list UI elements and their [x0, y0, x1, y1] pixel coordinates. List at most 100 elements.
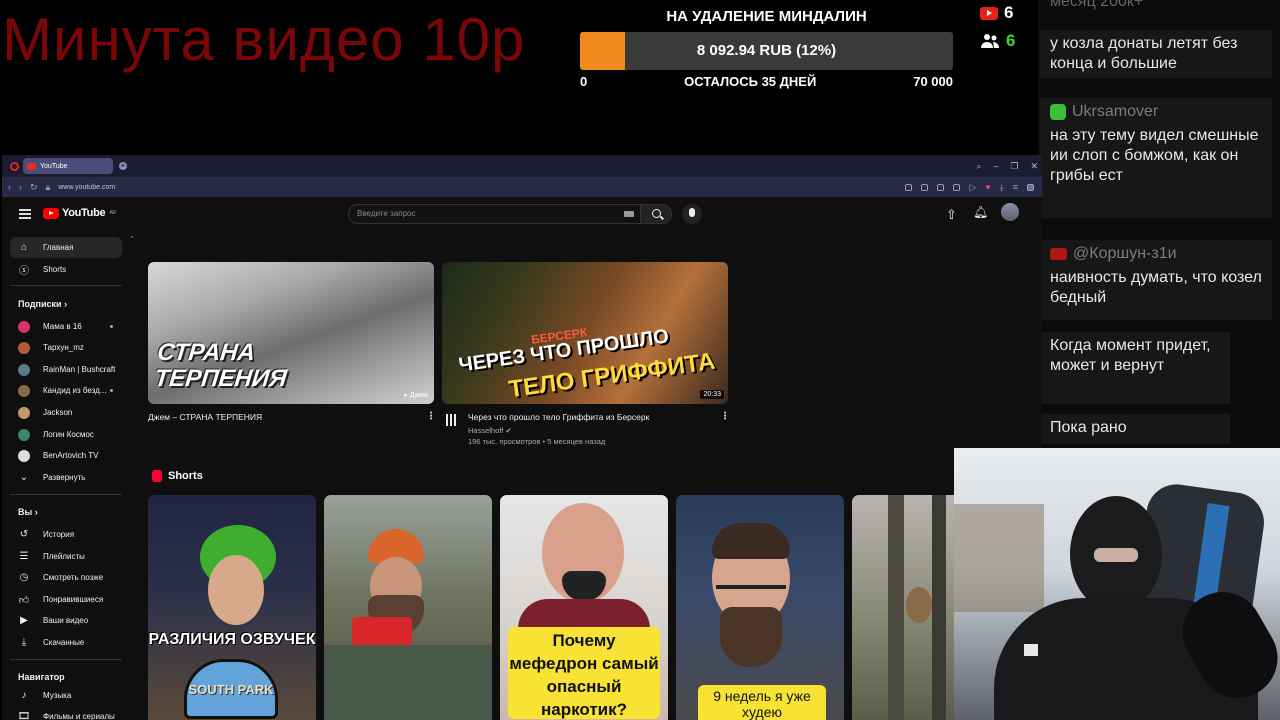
- sidebar-subscription[interactable]: Кандид из безд...: [10, 380, 122, 401]
- home-icon: ⌂: [20, 242, 28, 253]
- minimize-button[interactable]: –: [993, 161, 998, 172]
- thumbnail-text: СТРАНА ТЕРПЕНИЯ: [153, 339, 289, 392]
- tree: [888, 495, 904, 720]
- keyboard-icon[interactable]: [624, 211, 634, 217]
- maximize-button[interactable]: ❐: [1010, 161, 1018, 172]
- snapshot-icon[interactable]: [921, 183, 929, 191]
- goal-progress-bar: 8 092.94 RUB (12%): [580, 32, 953, 70]
- history-icon: ↺: [19, 529, 29, 540]
- goal-min: 0: [580, 74, 588, 89]
- voice-search-button[interactable]: [682, 204, 702, 224]
- sidebar-item-movies[interactable]: 🎞︎ Фильмы и сериалы: [10, 706, 122, 720]
- short-card[interactable]: РАЗЛИЧИЯ ОЗВУЧЕК SOUTH PARK: [148, 495, 316, 720]
- hamburger-menu-icon[interactable]: [19, 209, 31, 219]
- browser-tab[interactable]: YouTube: [23, 158, 113, 174]
- short-caption: РАЗЛИЧИЯ ОЗВУЧЕК: [148, 631, 316, 648]
- webcam-feed: [954, 448, 1280, 720]
- notifications-bell-icon[interactable]: 🔔︎: [973, 205, 988, 219]
- short-card[interactable]: [852, 495, 962, 720]
- shield-icon[interactable]: [953, 183, 961, 191]
- youtube-logo[interactable]: YouTube AR: [43, 207, 116, 219]
- short-card[interactable]: Почему мефедрон самый опасный наркотик?: [500, 495, 668, 720]
- url-field[interactable]: www.youtube.com: [58, 184, 115, 191]
- sidebar-expand[interactable]: ⌄ Развернуть: [10, 467, 122, 488]
- short-figure: [324, 645, 492, 720]
- avatar[interactable]: [1001, 203, 1019, 221]
- shorts-icon: ⓢ: [19, 266, 29, 277]
- viewer-count: 6: [980, 30, 1032, 52]
- lock-icon: 🔒︎: [45, 181, 51, 192]
- create-icon[interactable]: ⇧: [946, 207, 957, 223]
- search-icon: [652, 209, 661, 218]
- goal-remaining: ОСТАЛОСЬ 35 ДНЕЙ: [684, 74, 817, 89]
- heart-icon[interactable]: ♥: [985, 182, 990, 192]
- download-icon[interactable]: ⤓: [1000, 182, 1004, 193]
- sidebar-subscription[interactable]: Логин Космос: [10, 424, 122, 445]
- shelf: [954, 504, 1044, 612]
- menu-icon[interactable]: ≡: [1013, 182, 1018, 192]
- film-icon: 🎞︎: [17, 711, 31, 720]
- sidebar-item-your-videos[interactable]: ▶ Ваши видео: [10, 610, 122, 631]
- extension-icon[interactable]: [905, 183, 913, 191]
- search-button[interactable]: [640, 204, 672, 224]
- sidebar-subscription[interactable]: BenArtovich TV: [10, 445, 122, 466]
- sidebar-subscription[interactable]: Мама в 16: [10, 316, 122, 337]
- new-content-dot: [110, 325, 113, 328]
- goal-max: 70 000: [913, 74, 953, 89]
- short-card[interactable]: 9 недель я уже худею: [676, 495, 844, 720]
- back-icon[interactable]: ‹: [8, 182, 11, 192]
- sidebar-item-watch-later[interactable]: ◷ Смотреть позже: [10, 567, 122, 588]
- more-options-icon[interactable]: ⋮: [720, 411, 730, 422]
- reload-icon[interactable]: ↻: [30, 182, 38, 193]
- sidebar-item-downloads[interactable]: ⤓ Скачанные: [10, 632, 122, 653]
- viewer-counters: 6 6: [980, 2, 1032, 58]
- video-title[interactable]: Через что прошло тело Гриффита из Берсер…: [468, 412, 649, 422]
- sidebar-subscription[interactable]: Тархун_mz: [10, 337, 122, 358]
- sidebar-item-liked[interactable]: 👍︎ Понравившиеся: [10, 589, 122, 610]
- video-title[interactable]: Джем – СТРАНА ТЕРПЕНИЯ: [148, 412, 262, 422]
- navigator-header: Навигатор: [18, 672, 65, 682]
- sidebar-item-playlists[interactable]: ☰ Плейлисты: [10, 546, 122, 567]
- chat-message: у козла донаты летят без конца и большие: [1040, 30, 1272, 78]
- sidebar-scroll-up-icon[interactable]: ⌃: [129, 235, 135, 243]
- sidebar-item-shorts[interactable]: ⓢ Shorts: [10, 259, 122, 280]
- shorts-header: Shorts: [152, 470, 203, 482]
- sidebar-subscription[interactable]: Jackson: [10, 402, 122, 423]
- more-options-icon[interactable]: ⋮: [426, 411, 436, 422]
- you-header[interactable]: Вы ›: [18, 507, 38, 517]
- short-figure: [712, 523, 790, 559]
- video-thumbnail[interactable]: СТРАНА ТЕРПЕНИЯ ▸ Джем: [148, 262, 434, 404]
- subscriptions-header[interactable]: Подписки ›: [18, 299, 67, 309]
- search-tabs-icon[interactable]: ⌕: [976, 161, 981, 172]
- download-icon: ⤓: [21, 637, 27, 648]
- flag-patch: [1024, 644, 1038, 656]
- sidebar-item-music[interactable]: ♪ Музыка: [10, 685, 122, 706]
- channel-avatar[interactable]: [446, 414, 458, 426]
- opera-icon[interactable]: [10, 161, 19, 171]
- sidebar-item-home[interactable]: ⌂ Главная: [10, 237, 122, 258]
- thumbs-up-icon: 👍︎: [18, 594, 30, 606]
- goal-amount: 8 092.94 RUB (12%): [696, 42, 837, 59]
- divider: [10, 659, 122, 660]
- chat-message: Пока рано: [1040, 414, 1230, 444]
- vpn-icon[interactable]: [937, 183, 945, 191]
- sidebar-subscription[interactable]: RainMan | Bushcraft: [10, 359, 122, 380]
- video-thumbnail[interactable]: БЕРСЕРК ЧЕРЕЗ ЧТО ПРОШЛО ТЕЛО ГРИФФИТА 2…: [442, 262, 728, 404]
- youtube-favicon-icon: [27, 162, 36, 170]
- video-meta: 196 тыс. просмотров • 5 месяцев назад: [468, 437, 606, 446]
- goal-footer: 0 ОСТАЛОСЬ 35 ДНЕЙ 70 000: [580, 74, 953, 89]
- new-tab-button[interactable]: +: [119, 162, 127, 170]
- close-button[interactable]: ✕: [1030, 161, 1038, 172]
- verified-icon: ✔︎: [505, 426, 512, 435]
- player-icon[interactable]: ▷: [969, 182, 976, 193]
- channel-name[interactable]: Hasselhoff ✔︎: [468, 426, 512, 435]
- forward-icon[interactable]: ›: [19, 182, 22, 192]
- search-input[interactable]: Введите запрос: [348, 204, 641, 224]
- sidebar-item-history[interactable]: ↺ История: [10, 524, 122, 545]
- short-card[interactable]: [324, 495, 492, 720]
- tree: [932, 495, 946, 720]
- profile-icon[interactable]: [1027, 183, 1034, 191]
- channel-avatar: [18, 406, 30, 419]
- chat-panel: месяц 200к+ у козла донаты летят без кон…: [1038, 0, 1280, 450]
- chevron-down-icon: ⌄: [19, 472, 29, 483]
